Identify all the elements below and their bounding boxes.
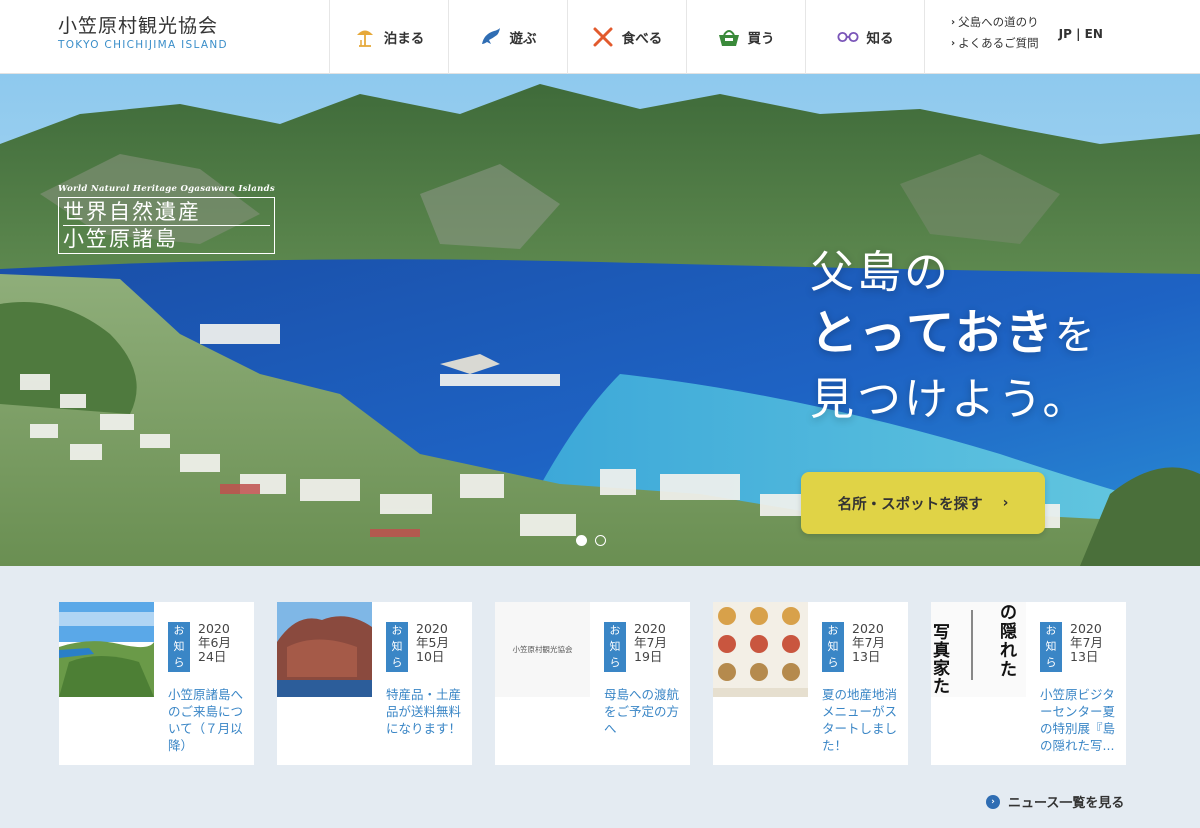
find-spots-label: 名所・スポットを探す — [837, 496, 983, 513]
news-thumbnail — [277, 602, 372, 697]
catchcopy-line-2: とっておきを — [810, 302, 1097, 367]
news-title: 夏の地産地消メニューがスタートしました！ — [822, 687, 898, 753]
news-meta: お知らせ 2020年7月19日 — [604, 621, 680, 685]
news-card[interactable]: お知らせ 2020年6月24日 小笠原諸島へのご来島について（７月以降） — [59, 602, 254, 765]
nav-item-shop[interactable]: 買う — [687, 0, 806, 74]
nav-item-play[interactable]: 遊ぶ — [449, 0, 568, 74]
fork-knife-icon — [592, 26, 614, 48]
arrow-circle-icon: › — [986, 794, 1000, 809]
chevron-right-icon: › — [951, 37, 956, 49]
glasses-icon — [836, 26, 859, 48]
nav-item-stay[interactable]: 泊まる — [330, 0, 449, 74]
world-heritage-badge: World Natural Heritage Ogasawara Islands… — [58, 184, 275, 254]
news-meta: お知らせ 2020年6月24日 — [168, 621, 244, 685]
catchcopy-line-1: 父島の — [810, 247, 951, 298]
link-access[interactable]: › 父島への道のり — [951, 14, 1039, 30]
nav-label-stay: 泊まる — [383, 31, 425, 47]
catchcopy-particle: を — [1054, 313, 1097, 359]
news-date: 2020年7月13日 — [852, 621, 885, 664]
basket-icon — [718, 26, 740, 48]
dolphin-icon — [480, 26, 502, 48]
news-card-body: お知らせ 2020年5月10日 特産品・土産品が送料無料になります！ — [372, 602, 472, 765]
news-badge-label: お知らせ — [391, 624, 403, 685]
site-header: 小笠原村観光協会 TOKYO CHICHIJIMA ISLAND 泊まる 遊ぶ … — [0, 0, 1200, 74]
link-faq[interactable]: › よくあるご質問 — [951, 35, 1039, 51]
badge-line-1: 世界自然遺産 — [63, 200, 201, 224]
nav-item-eat[interactable]: 食べる — [568, 0, 687, 74]
news-title: 特産品・土産品が送料無料になります！ — [386, 687, 462, 736]
news-date: 2020年6月24日 — [198, 621, 231, 664]
news-thumbnail: の隠れた 写真家た — [931, 602, 1026, 697]
slider-dot-1[interactable] — [576, 535, 587, 546]
utility-links: › 父島への道のり › よくあるご質問 — [951, 14, 1039, 73]
badge-box: 世界自然遺産 小笠原諸島 — [58, 197, 275, 254]
news-date: 2020年5月10日 — [416, 621, 449, 664]
news-list-link-label: ニュース一覧を見る — [1008, 796, 1125, 811]
news-date: 2020年7月19日 — [634, 621, 667, 664]
language-switch[interactable]: JP | EN — [1059, 27, 1103, 73]
news-meta: お知らせ 2020年5月10日 — [386, 621, 462, 685]
news-card[interactable]: の隠れた 写真家た お知らせ 2020年7月13日 小笠原ビジターセンター夏の特… — [931, 602, 1126, 765]
hero-slider: World Natural Heritage Ogasawara Islands… — [0, 74, 1200, 566]
main-nav: 泊まる 遊ぶ 食べる 買う 知る — [330, 0, 925, 74]
nav-item-learn[interactable]: 知る — [806, 0, 925, 74]
news-list: お知らせ 2020年6月24日 小笠原諸島へのご来島について（７月以降） お知ら… — [59, 602, 1126, 765]
logo-japanese: 小笠原村観光協会 — [58, 15, 219, 37]
nav-label-play: 遊ぶ — [509, 31, 537, 47]
news-thumbnail: 小笠原村観光協会 — [495, 602, 590, 697]
news-meta: お知らせ 2020年7月13日 — [1040, 621, 1116, 685]
news-thumb-poster-a: の隠れた — [1000, 603, 1017, 680]
news-badge: お知らせ — [168, 622, 190, 685]
news-thumb-poster-lines — [971, 610, 973, 680]
news-badge-label: お知らせ — [827, 624, 839, 685]
news-badge: お知らせ — [604, 622, 626, 685]
slider-dot-2[interactable] — [595, 535, 606, 546]
link-access-label: 父島への道のり — [958, 15, 1039, 29]
find-spots-button[interactable]: 名所・スポットを探す › — [801, 472, 1045, 534]
catchcopy-highlight: とっておき — [810, 305, 1055, 361]
news-badge-label: お知らせ — [609, 624, 621, 685]
news-badge-label: お知らせ — [173, 624, 185, 685]
news-badge: お知らせ — [386, 622, 408, 685]
catchcopy-line-3: 見つけよう。 — [810, 374, 1090, 425]
news-card-body: お知らせ 2020年7月19日 母島への渡航をご予定の方へ — [590, 602, 690, 765]
nav-label-eat: 食べる — [621, 31, 663, 47]
news-title: 小笠原諸島へのご来島について（７月以降） — [168, 687, 244, 753]
badge-line-2: 小笠原諸島 — [63, 225, 270, 252]
news-card-body: お知らせ 2020年7月13日 小笠原ビジターセンター夏の特別展『島の隠れた写.… — [1026, 602, 1126, 765]
chevron-right-icon: › — [1002, 495, 1009, 511]
news-card-body: お知らせ 2020年6月24日 小笠原諸島へのご来島について（７月以降） — [154, 602, 254, 765]
parasol-icon — [354, 26, 376, 48]
badge-english: World Natural Heritage Ogasawara Islands — [58, 184, 275, 194]
news-card-body: お知らせ 2020年7月13日 夏の地産地消メニューがスタートしました！ — [808, 602, 908, 765]
news-thumb-poster-b: 写真家た — [933, 623, 950, 697]
news-list-link[interactable]: › ニュース一覧を見る — [986, 792, 1124, 811]
utility-area: › 父島への道のり › よくあるご質問 JP | EN — [925, 0, 1103, 73]
nav-label-learn: 知る — [866, 31, 894, 47]
news-title: 小笠原ビジターセンター夏の特別展『島の隠れた写... — [1040, 687, 1116, 753]
news-badge: お知らせ — [1040, 622, 1062, 685]
chevron-right-icon: › — [951, 16, 956, 28]
slider-dots — [576, 535, 606, 546]
hero-catchcopy: 父島の とっておきを 見つけよう。 — [810, 244, 1097, 433]
news-card[interactable]: お知らせ 2020年5月10日 特産品・土産品が送料無料になります！ — [277, 602, 472, 765]
news-meta: お知らせ 2020年7月13日 — [822, 621, 898, 685]
news-thumbnail — [713, 602, 808, 697]
news-card[interactable]: 小笠原村観光協会 お知らせ 2020年7月19日 母島への渡航をご予定の方へ — [495, 602, 690, 765]
news-title: 母島への渡航をご予定の方へ — [604, 687, 680, 736]
site-logo[interactable]: 小笠原村観光協会 TOKYO CHICHIJIMA ISLAND — [0, 0, 330, 74]
news-date: 2020年7月13日 — [1070, 621, 1103, 664]
nav-label-shop: 買う — [747, 31, 775, 47]
news-badge-label: お知らせ — [1045, 624, 1057, 685]
news-card[interactable]: お知らせ 2020年7月13日 夏の地産地消メニューがスタートしました！ — [713, 602, 908, 765]
news-thumb-logo-text: 小笠原村観光協会 — [512, 645, 573, 654]
link-faq-label: よくあるご質問 — [958, 36, 1039, 50]
news-thumbnail — [59, 602, 154, 697]
logo-english: TOKYO CHICHIJIMA ISLAND — [58, 39, 228, 51]
news-badge: お知らせ — [822, 622, 844, 685]
